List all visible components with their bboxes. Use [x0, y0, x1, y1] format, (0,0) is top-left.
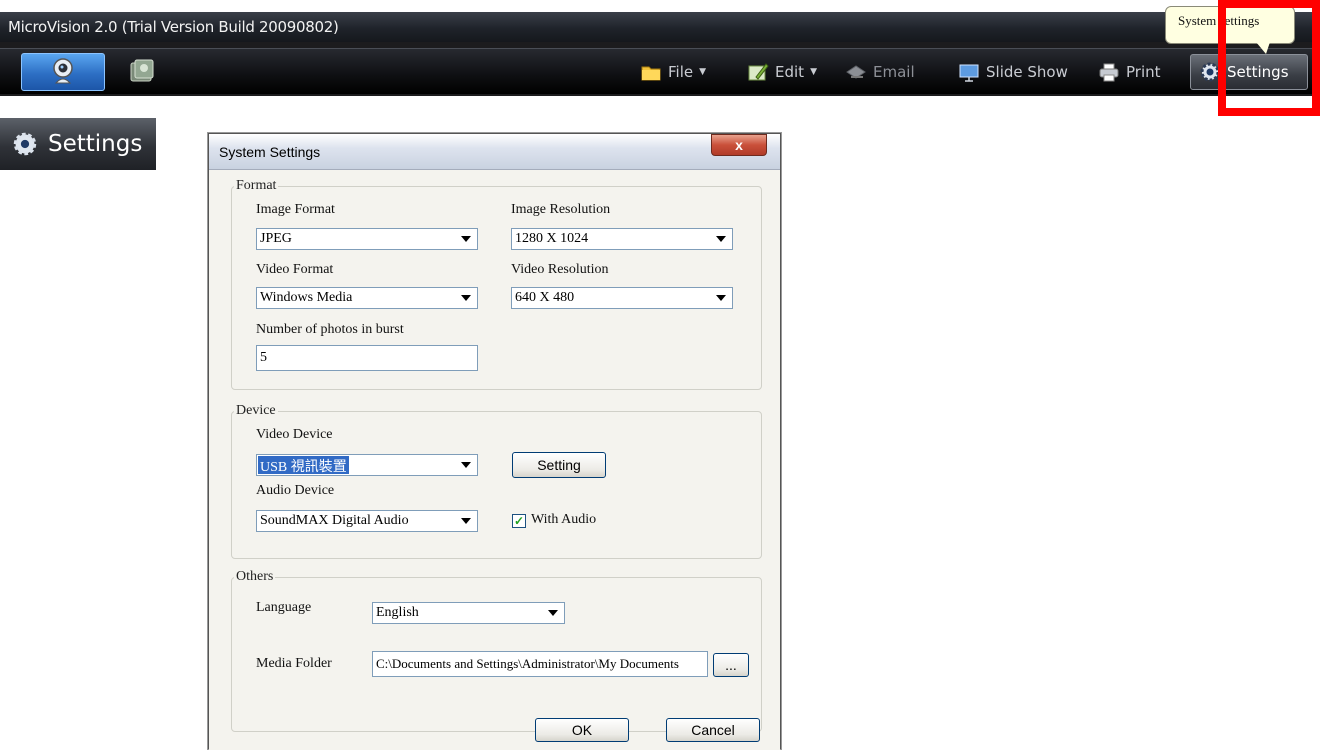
- main-toolbar: File ▼ Edit ▼ Email Slide Show Print Set…: [0, 48, 1312, 94]
- file-menu-label: File: [668, 63, 694, 81]
- email-icon: [846, 65, 866, 79]
- burst-count-label: Number of photos in burst: [256, 322, 404, 337]
- edit-menu-label: Edit: [775, 63, 805, 81]
- with-audio-label: With Audio: [531, 512, 597, 527]
- dialog-body: Format Image Format JPEG Image Resolutio…: [209, 170, 780, 750]
- video-format-label: Video Format: [256, 262, 334, 277]
- highlight-annotation: [1218, 0, 1320, 116]
- webcam-icon: [53, 58, 73, 84]
- cancel-button[interactable]: Cancel: [666, 718, 760, 742]
- media-folder-label: Media Folder: [256, 656, 332, 671]
- video-device-label: Video Device: [256, 427, 333, 442]
- email-label: Email: [873, 63, 915, 81]
- format-legend: Format: [236, 178, 277, 193]
- app-window-header: MicroVision 2.0 (Trial Version Build 200…: [0, 12, 1312, 96]
- with-audio-checkbox[interactable]: ✓: [512, 514, 526, 528]
- chevron-down-icon: [548, 610, 558, 616]
- audio-device-select[interactable]: SoundMAX Digital Audio: [256, 510, 478, 532]
- chevron-down-icon: [716, 236, 726, 242]
- edit-menu-button[interactable]: Edit ▼: [747, 54, 817, 90]
- device-setting-button[interactable]: Setting: [512, 452, 606, 478]
- chevron-down-icon: [461, 295, 471, 301]
- ok-button[interactable]: OK: [535, 718, 629, 742]
- close-button[interactable]: x: [711, 134, 767, 156]
- chevron-down-icon: [461, 518, 471, 524]
- audio-device-label: Audio Device: [256, 483, 335, 498]
- image-resolution-value: 1280 X 1024: [515, 231, 589, 246]
- printer-icon: [1099, 63, 1119, 82]
- video-resolution-select[interactable]: 640 X 480: [511, 287, 733, 309]
- audio-device-value: SoundMAX Digital Audio: [260, 513, 409, 528]
- language-value: English: [376, 605, 419, 620]
- chevron-down-icon: [461, 236, 471, 242]
- language-select[interactable]: English: [372, 602, 565, 624]
- video-resolution-value: 640 X 480: [515, 290, 575, 305]
- burst-count-input[interactable]: 5: [256, 345, 478, 371]
- print-label: Print: [1126, 63, 1161, 81]
- device-legend: Device: [236, 403, 276, 418]
- gallery-mode-tab[interactable]: [112, 53, 172, 91]
- chevron-down-icon: [716, 295, 726, 301]
- capture-mode-tab[interactable]: [21, 53, 105, 91]
- folder-icon: [641, 66, 661, 81]
- image-resolution-label: Image Resolution: [511, 202, 611, 217]
- edit-picture-icon: [748, 63, 769, 81]
- video-format-select[interactable]: Windows Media: [256, 287, 478, 309]
- gear-icon: [13, 132, 37, 156]
- app-title: MicroVision 2.0 (Trial Version Build 200…: [8, 18, 339, 36]
- slide-show-button[interactable]: Slide Show: [958, 54, 1068, 90]
- chevron-down-icon: ▼: [699, 67, 707, 77]
- others-legend: Others: [236, 569, 274, 584]
- dialog-title: System Settings: [219, 144, 321, 160]
- video-format-value: Windows Media: [260, 290, 353, 305]
- dialog-titlebar: System Settings x: [209, 134, 780, 170]
- print-button[interactable]: Print: [1098, 54, 1161, 90]
- language-label: Language: [256, 600, 312, 615]
- settings-enlarged-label: Settings: [48, 131, 143, 157]
- video-device-select[interactable]: USB 視訊裝置: [256, 454, 478, 476]
- image-format-value: JPEG: [260, 231, 292, 246]
- app-titlebar: MicroVision 2.0 (Trial Version Build 200…: [0, 12, 1312, 42]
- slide-show-label: Slide Show: [986, 63, 1068, 81]
- photo-gallery-icon: [130, 59, 154, 82]
- image-resolution-select[interactable]: 1280 X 1024: [511, 228, 733, 250]
- settings-button-enlarged: Settings: [0, 118, 156, 170]
- chevron-down-icon: [461, 462, 471, 468]
- video-device-value: USB 視訊裝置: [258, 456, 349, 475]
- image-format-select[interactable]: JPEG: [256, 228, 478, 250]
- chevron-down-icon: ▼: [810, 67, 817, 77]
- slideshow-icon: [959, 64, 979, 82]
- email-button[interactable]: Email: [845, 54, 915, 90]
- video-resolution-label: Video Resolution: [511, 262, 609, 277]
- browse-folder-button[interactable]: ...: [713, 653, 749, 677]
- media-folder-input[interactable]: C:\Documents and Settings\Administrator\…: [372, 651, 708, 677]
- system-settings-dialog: System Settings x Format Image Format JP…: [208, 133, 781, 750]
- image-format-label: Image Format: [256, 202, 335, 217]
- file-menu-button[interactable]: File ▼: [640, 54, 706, 90]
